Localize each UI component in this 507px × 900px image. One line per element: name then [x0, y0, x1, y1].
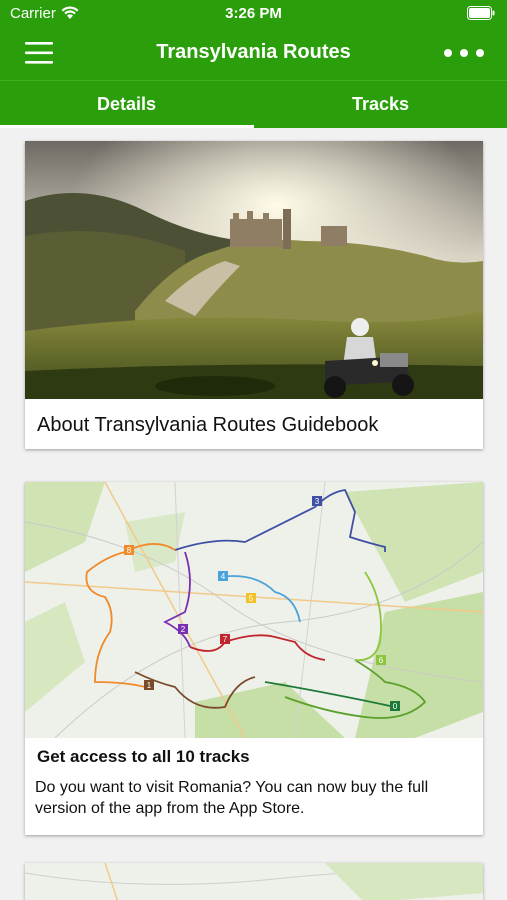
svg-text:8: 8	[127, 546, 132, 555]
hamburger-menu-icon	[25, 42, 53, 64]
access-card-title: Get access to all 10 tracks	[37, 747, 250, 766]
track-marker: 5	[246, 593, 256, 603]
tab-tracks[interactable]: Tracks	[254, 81, 507, 129]
svg-text:0: 0	[393, 702, 398, 711]
svg-text:3: 3	[315, 497, 320, 506]
more-dots-icon	[444, 49, 484, 57]
svg-text:7: 7	[223, 635, 228, 644]
svg-text:2: 2	[181, 625, 186, 634]
track-marker: 3	[312, 496, 322, 506]
castle-ruins-motorcycle-photo	[25, 141, 483, 399]
svg-text:5: 5	[249, 594, 254, 603]
access-card-description: Do you want to visit Romania? You can no…	[35, 779, 429, 817]
details-content[interactable]: About Transylvania Routes Guidebook 3 8 …	[0, 128, 507, 900]
get-access-card[interactable]: 3 8 4 5 2 7 1 6 0 Get access to all 10 t…	[25, 482, 483, 835]
track-marker: 7	[220, 634, 230, 644]
battery-icon	[467, 6, 495, 20]
track-marker: 0	[390, 701, 400, 711]
track-marker: 2	[178, 624, 188, 634]
tab-details[interactable]: Details	[0, 81, 253, 129]
route-map-image: 3 8 4 5 2 7 1 6 0	[25, 482, 483, 738]
about-guidebook-card[interactable]: About Transylvania Routes Guidebook	[25, 141, 483, 449]
about-card-title: About Transylvania Routes Guidebook	[37, 414, 379, 436]
svg-text:4: 4	[221, 572, 226, 581]
svg-text:1: 1	[147, 681, 152, 690]
track-marker: 6	[376, 655, 386, 665]
track-marker: 1	[144, 680, 154, 690]
status-time: 3:26 PM	[225, 5, 282, 22]
map-image	[25, 863, 483, 900]
track-marker: 8	[124, 545, 134, 555]
navbar: Transylvania Routes	[0, 30, 507, 76]
hamburger-menu-button[interactable]	[24, 40, 54, 66]
more-options-button[interactable]	[443, 42, 485, 64]
track-marker: 4	[218, 571, 228, 581]
tab-bar: Details Tracks	[0, 80, 507, 128]
svg-text:6: 6	[379, 656, 384, 665]
nav-title: Transylvania Routes	[156, 41, 351, 63]
map-card[interactable]	[25, 863, 483, 900]
status-bar: Carrier 3:26 PM	[0, 0, 507, 28]
app-header: Carrier 3:26 PM Transylvania Routes	[0, 0, 507, 80]
